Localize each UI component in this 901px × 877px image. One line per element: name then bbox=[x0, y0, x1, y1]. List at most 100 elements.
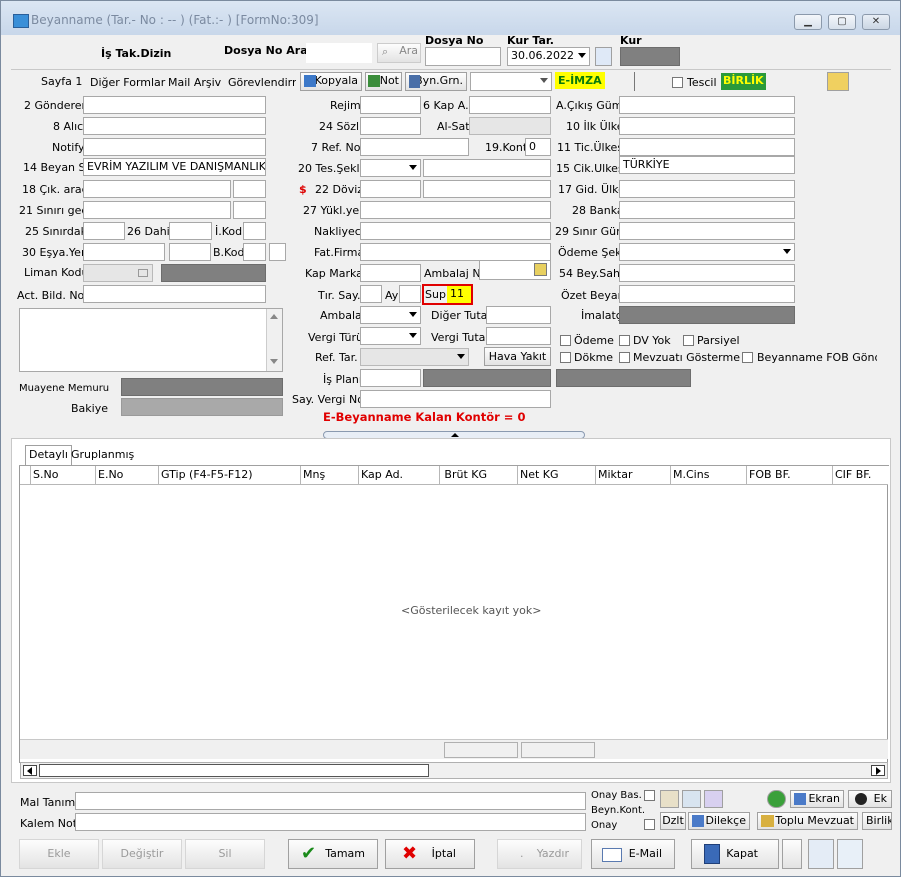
esya-yeri-input[interactable] bbox=[83, 243, 165, 261]
key-icon[interactable] bbox=[827, 72, 849, 91]
esya-yeri-code-input[interactable] bbox=[169, 243, 211, 261]
b-kod-extra-input[interactable] bbox=[269, 243, 286, 261]
cik-arac-input[interactable] bbox=[83, 180, 231, 198]
diger-tutar-input[interactable] bbox=[486, 306, 551, 324]
tab-gorevlendirme[interactable]: Görevlendirme bbox=[228, 76, 296, 89]
al-sat-input[interactable] bbox=[469, 117, 551, 135]
kapat-button[interactable]: Kapat bbox=[691, 839, 779, 869]
ekran-button[interactable]: Ekran bbox=[790, 790, 844, 808]
col-brut-kg[interactable]: Brüt KG bbox=[440, 466, 518, 485]
parsiyel-checkbox[interactable] bbox=[683, 335, 694, 346]
e-imza-button[interactable]: E-İMZA bbox=[555, 72, 605, 89]
list-icon[interactable] bbox=[682, 790, 701, 808]
bey-sah-input[interactable] bbox=[619, 264, 795, 282]
yazdir-button[interactable]: . Yazdır bbox=[497, 839, 582, 869]
ara-button[interactable]: ⌕ Ara bbox=[377, 43, 421, 63]
maximize-button[interactable]: ▢ bbox=[828, 14, 856, 30]
ambalaj-no-input[interactable] bbox=[479, 260, 551, 280]
sozl-input[interactable] bbox=[360, 117, 421, 135]
is-plani-input[interactable] bbox=[360, 369, 421, 387]
dilekce-button[interactable]: Dilekçe bbox=[688, 812, 750, 830]
notes-textarea[interactable] bbox=[19, 308, 283, 372]
scroll-down-icon[interactable] bbox=[270, 359, 278, 364]
vergi-tutar-input[interactable] bbox=[486, 327, 551, 345]
col-eno[interactable]: E.No bbox=[96, 466, 159, 485]
ref-tar-datepicker[interactable] bbox=[360, 348, 469, 366]
kont-input[interactable]: 0 bbox=[525, 138, 551, 156]
scroll-left-icon[interactable] bbox=[23, 765, 37, 776]
tir-say-input[interactable] bbox=[360, 285, 382, 303]
kap-a-input[interactable] bbox=[469, 96, 551, 114]
beyan-s-input[interactable]: EVRİM YAZILIM VE DANIŞMANLIK bbox=[83, 158, 266, 176]
tab-mail-arsiv[interactable]: Mail Arşiv bbox=[168, 76, 221, 89]
sinir-gec-code-input[interactable] bbox=[233, 201, 266, 219]
col-m-cins[interactable]: M.Cins bbox=[671, 466, 747, 485]
close-button[interactable]: ✕ bbox=[862, 14, 890, 30]
sinir-gec-input[interactable] bbox=[83, 201, 231, 219]
byn-grn-select[interactable] bbox=[470, 72, 552, 91]
report-icon[interactable] bbox=[808, 839, 834, 869]
col-mns[interactable]: Mnş bbox=[301, 466, 359, 485]
ek-button[interactable]: Ek bbox=[848, 790, 892, 808]
doviz-desc[interactable] bbox=[423, 180, 551, 198]
yukl-yeri-input[interactable] bbox=[360, 201, 551, 219]
b-kod-input[interactable] bbox=[243, 243, 266, 261]
email-button[interactable]: E-Mail bbox=[591, 839, 675, 869]
is-tak-dizin-link[interactable]: İş Tak.Dizin bbox=[101, 47, 171, 60]
kopyala-button[interactable]: Kopyala bbox=[300, 72, 362, 91]
tescil-checkbox[interactable] bbox=[672, 77, 683, 88]
kur-tar-datepicker[interactable]: 30.06.2022 bbox=[507, 47, 590, 66]
sinir-gum-input[interactable] bbox=[619, 222, 795, 240]
scroll-up-icon[interactable] bbox=[270, 314, 278, 319]
ekle-button[interactable]: Ekle bbox=[19, 839, 99, 869]
dokme-checkbox[interactable] bbox=[560, 352, 571, 363]
spacer-button[interactable] bbox=[782, 839, 802, 869]
byn-grn-button[interactable]: Byn.Grn. bbox=[405, 72, 467, 91]
textarea-scrollbar[interactable] bbox=[266, 309, 282, 371]
odeme-checkbox[interactable] bbox=[560, 335, 571, 346]
rejim-input[interactable] bbox=[360, 96, 421, 114]
degistir-button[interactable]: Değiştir bbox=[102, 839, 182, 869]
ozet-beyan-input[interactable] bbox=[619, 285, 795, 303]
birlik-button[interactable]: BİRLİK bbox=[721, 73, 766, 90]
dosya-no-ara-input[interactable] bbox=[306, 43, 372, 63]
col-miktar[interactable]: Miktar bbox=[596, 466, 671, 485]
scroll-thumb[interactable] bbox=[39, 764, 429, 777]
doviz-input[interactable] bbox=[360, 180, 421, 198]
ilk-ulke-input[interactable] bbox=[619, 117, 795, 135]
dv-yok-checkbox[interactable] bbox=[619, 335, 630, 346]
not-button[interactable]: Not bbox=[365, 72, 402, 91]
kalem-not-input[interactable] bbox=[75, 813, 586, 831]
col-cif-bf[interactable]: CIF BF. bbox=[833, 466, 888, 485]
ay-input[interactable] bbox=[399, 285, 421, 303]
vergi-turu-select[interactable] bbox=[360, 327, 421, 345]
hava-yakit-button[interactable]: Hava Yakıt bbox=[484, 347, 551, 366]
dzlt-button[interactable]: Dzlt bbox=[660, 812, 686, 830]
dahili-input[interactable] bbox=[169, 222, 212, 240]
users-icon[interactable] bbox=[660, 790, 679, 808]
mevzuati-gosterme-checkbox[interactable] bbox=[619, 352, 630, 363]
gonderen-input[interactable] bbox=[83, 96, 266, 114]
tab-sayfa1[interactable]: Sayfa 1 bbox=[41, 75, 82, 88]
onay-checkbox[interactable] bbox=[644, 819, 655, 830]
iptal-button[interactable]: ✖ İptal bbox=[385, 839, 475, 869]
banka-input[interactable] bbox=[619, 201, 795, 219]
onay-bas-checkbox[interactable] bbox=[644, 790, 655, 801]
liman-kodu-input[interactable] bbox=[83, 264, 153, 282]
col-fob-bf[interactable]: FOB BF. bbox=[747, 466, 833, 485]
cik-ulkesi-input[interactable]: TÜRKİYE bbox=[619, 156, 795, 174]
scroll-right-icon[interactable] bbox=[871, 765, 885, 776]
dosya-no-input[interactable] bbox=[425, 47, 501, 66]
sinirdaki-input[interactable] bbox=[83, 222, 125, 240]
tab-gruplanmis[interactable]: Gruplanmış bbox=[71, 448, 134, 461]
tic-ulkesi-input[interactable] bbox=[619, 138, 795, 156]
alici-input[interactable] bbox=[83, 117, 266, 135]
ref-no-input[interactable] bbox=[360, 138, 469, 156]
kap-marka-input[interactable] bbox=[360, 264, 421, 282]
cik-arac-code-input[interactable] bbox=[233, 180, 266, 198]
tes-sekli-desc[interactable] bbox=[423, 159, 551, 177]
col-sno[interactable]: S.No bbox=[31, 466, 96, 485]
say-vergi-no-input[interactable] bbox=[360, 390, 551, 408]
fat-firma-input[interactable] bbox=[360, 243, 551, 261]
birlik-a-button[interactable]: Birlik A bbox=[862, 812, 892, 830]
